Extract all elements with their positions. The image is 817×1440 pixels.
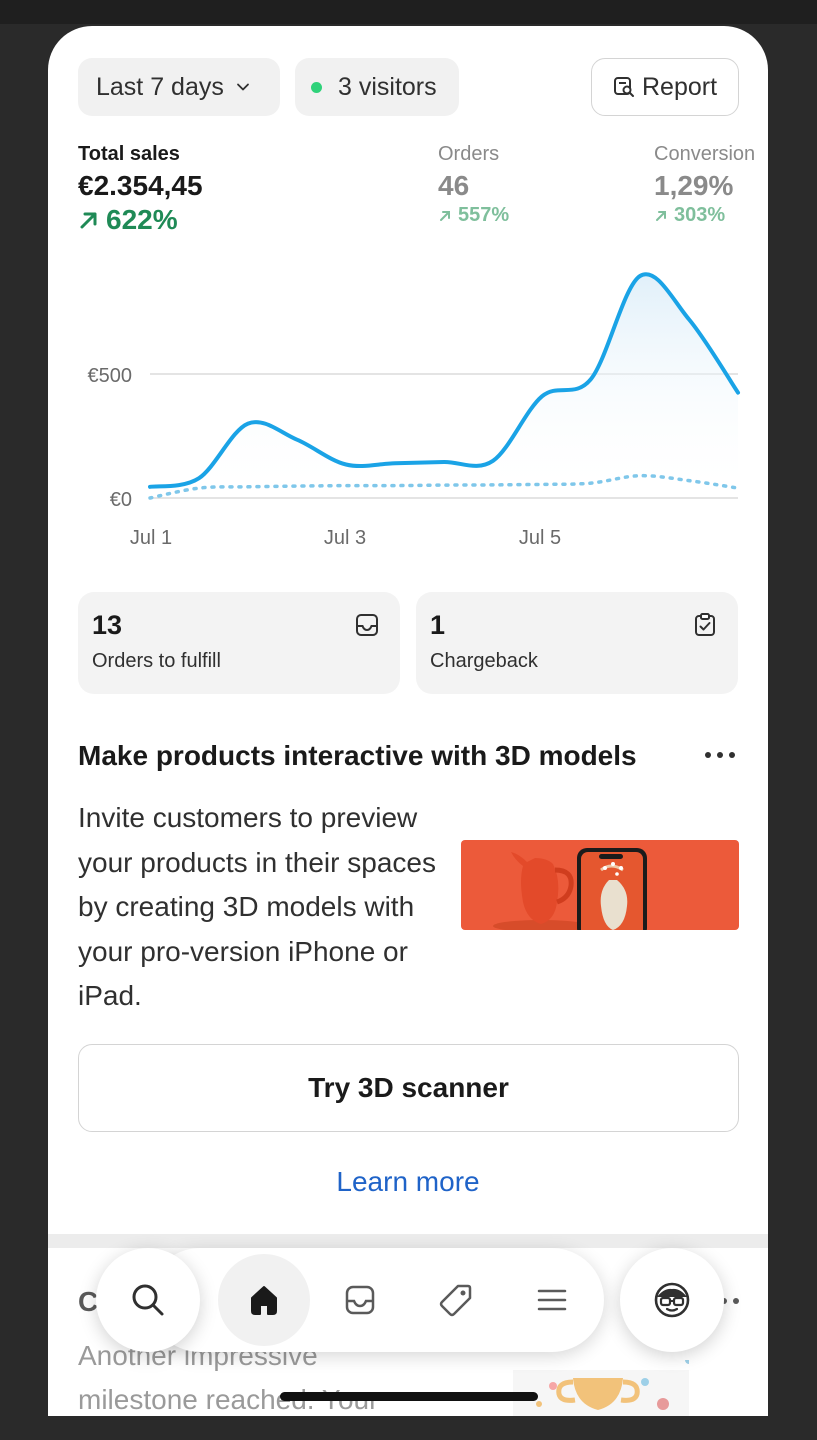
metric-value: 1,29%	[654, 170, 734, 201]
device-frame-left	[0, 24, 48, 1440]
inbox-icon	[356, 614, 378, 636]
nav-home-tab[interactable]	[218, 1254, 310, 1346]
arrow-up-right-icon	[80, 212, 97, 229]
report-icon	[614, 77, 634, 97]
arrow-up-right-icon	[440, 210, 450, 221]
promo-image-3d-vase	[461, 840, 739, 930]
home-screen: Last 7 days 3 visitors Report Total sale…	[48, 26, 768, 1416]
metric-conversion[interactable]: Conversion 1,29% 303%	[654, 143, 755, 227]
trophy-illustration	[513, 1360, 689, 1416]
metric-total-sales[interactable]: Total sales €2.354,45 622%	[78, 143, 203, 236]
period-label: Last 7 days	[96, 72, 224, 101]
y-tick-label: €0	[110, 489, 132, 511]
report-button[interactable]: Report	[591, 58, 739, 116]
more-options-icon[interactable]	[704, 750, 736, 760]
x-tick-label: Jul 1	[130, 527, 172, 549]
section-divider	[48, 1234, 768, 1248]
promo-description: Invite customers to preview your product…	[78, 802, 436, 1011]
try-3d-scanner-button[interactable]: Try 3D scanner	[78, 1044, 739, 1132]
clipboard-check-icon	[695, 613, 715, 636]
learn-more-link[interactable]: Learn more	[48, 1166, 768, 1198]
chevron-down-icon	[236, 83, 249, 91]
status-bar-frame	[0, 0, 817, 24]
nav-profile-button[interactable]	[620, 1248, 724, 1352]
orders-to-fulfill-card[interactable]: 13 Orders to fulfill	[78, 592, 400, 694]
metric-orders[interactable]: Orders 46 557%	[438, 143, 509, 227]
chargeback-card[interactable]: 1 Chargeback	[416, 592, 738, 694]
home-indicator	[280, 1392, 538, 1401]
orders-to-fulfill-label: Orders to fulfill	[92, 650, 221, 672]
arrow-up-right-icon	[656, 210, 666, 221]
x-tick-label: Jul 3	[324, 527, 366, 549]
visitors-label: 3 visitors	[338, 72, 437, 101]
orders-to-fulfill-count: 13	[92, 610, 123, 640]
chargeback-count: 1	[430, 610, 446, 640]
metric-delta: 622%	[78, 204, 203, 236]
metric-delta: 557%	[438, 204, 509, 227]
period-selector[interactable]: Last 7 days	[78, 58, 280, 116]
y-tick-label: €500	[88, 365, 133, 387]
metric-delta: 303%	[654, 204, 755, 227]
live-visitors-button[interactable]: 3 visitors	[295, 58, 459, 116]
home-icon	[251, 1286, 277, 1315]
device-frame-right	[768, 24, 817, 1440]
metric-label: Orders	[438, 143, 500, 165]
x-tick-label: Jul 5	[519, 527, 561, 549]
series-area	[150, 274, 738, 498]
report-label: Report	[642, 72, 718, 101]
tag-icon	[439, 1284, 472, 1317]
sales-chart: €500 €0 Jul 1 Jul 3 Jul 5	[88, 272, 740, 549]
menu-icon	[537, 1289, 567, 1311]
live-dot-icon	[311, 81, 322, 93]
nav-products-tab[interactable]	[410, 1254, 502, 1346]
metric-value: €2.354,45	[78, 170, 203, 201]
search-icon	[132, 1284, 164, 1316]
metric-label: Total sales	[78, 143, 180, 165]
chargeback-label: Chargeback	[430, 650, 538, 672]
profile-icon	[654, 1282, 690, 1318]
metric-value: 46	[438, 170, 470, 201]
promo-title: Make products interactive with 3D models	[78, 740, 637, 771]
nav-search-button[interactable]	[96, 1248, 200, 1352]
nav-menu-tab[interactable]	[506, 1254, 598, 1346]
metric-label: Conversion	[654, 143, 756, 165]
nav-orders-tab[interactable]	[314, 1254, 406, 1346]
inbox-icon	[345, 1285, 375, 1315]
